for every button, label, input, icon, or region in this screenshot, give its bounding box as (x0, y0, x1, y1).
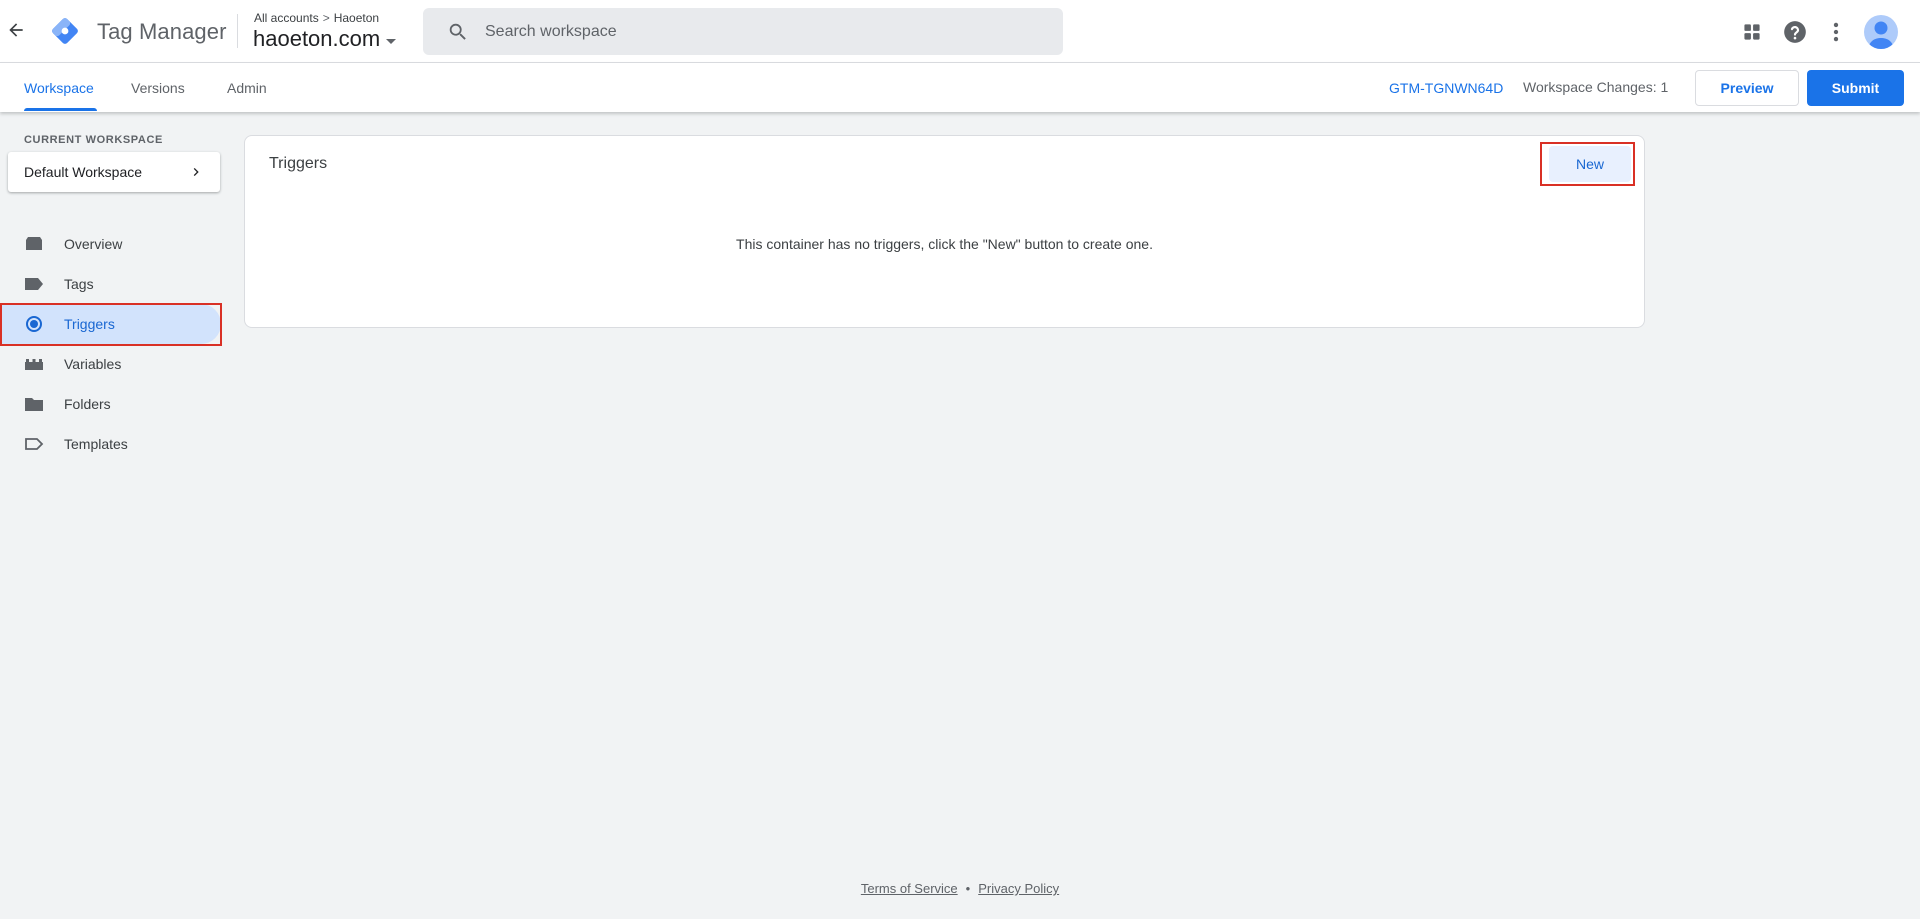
breadcrumb: All accounts > Haoeton (254, 11, 379, 25)
terms-of-service-link[interactable]: Terms of Service (861, 881, 958, 896)
sidebar-item-overview[interactable]: Overview (0, 224, 221, 264)
breadcrumb-separator: > (322, 11, 330, 25)
apps-grid-icon[interactable] (1739, 19, 1765, 45)
container-name: haoeton.com (253, 26, 381, 51)
search-input[interactable] (485, 22, 1045, 41)
card-title: Triggers (269, 155, 328, 172)
template-icon (25, 438, 44, 450)
overview-icon (26, 237, 42, 250)
workspace-changes-count: Workspace Changes: 1 (1523, 79, 1669, 95)
top-app-bar: Tag Manager All accounts > Haoeton haoet… (0, 0, 1920, 63)
tab-admin[interactable]: Admin (227, 80, 267, 96)
new-trigger-button[interactable]: New (1549, 146, 1631, 182)
sidebar-item-folders[interactable]: Folders (0, 384, 221, 424)
back-arrow-icon[interactable] (6, 20, 26, 40)
folder-icon (25, 398, 43, 411)
workspace-name: Default Workspace (24, 164, 143, 180)
privacy-policy-link[interactable]: Privacy Policy (978, 881, 1059, 896)
variables-icon (25, 359, 43, 370)
empty-state-message: This container has no triggers, click th… (736, 236, 1153, 252)
workspace-selector[interactable]: Default Workspace (8, 152, 220, 192)
sidebar-item-templates[interactable]: Templates (0, 424, 221, 464)
preview-button[interactable]: Preview (1695, 70, 1799, 106)
header-divider (237, 14, 238, 48)
container-id-link[interactable]: GTM-TGNWN64D (1389, 80, 1503, 96)
search-icon (449, 23, 466, 40)
chevron-right-icon (193, 168, 199, 176)
sidebar-item-label: Tags (64, 276, 94, 292)
container-selector[interactable]: haoeton.com (253, 26, 397, 52)
breadcrumb-all-accounts[interactable]: All accounts (254, 11, 319, 25)
trigger-icon (26, 316, 42, 332)
more-vert-icon[interactable] (1823, 19, 1849, 45)
sidebar-item-tags[interactable]: Tags (0, 264, 221, 304)
submit-button[interactable]: Submit (1807, 70, 1904, 106)
app-title: Tag Manager (97, 19, 227, 44)
tag-icon (25, 278, 43, 290)
sidebar-item-triggers[interactable]: Triggers (0, 304, 221, 344)
search-bar[interactable] (423, 8, 1063, 55)
tab-workspace[interactable]: Workspace (24, 80, 94, 96)
sidebar-item-label: Variables (64, 356, 122, 372)
sidebar-item-label: Triggers (64, 316, 115, 332)
footer: Terms of Service • Privacy Policy (0, 881, 1920, 896)
help-icon[interactable] (1782, 19, 1808, 45)
sidebar-item-label: Templates (64, 436, 128, 452)
active-tab-indicator (24, 108, 97, 111)
sidebar-item-variables[interactable]: Variables (0, 344, 221, 384)
current-workspace-label: CURRENT WORKSPACE (24, 134, 163, 146)
workspace-nav-bar: Workspace Versions Admin GTM-TGNWN64D Wo… (0, 63, 1920, 112)
person-icon (1868, 21, 1894, 49)
sidebar-item-label: Overview (64, 236, 123, 252)
tag-manager-logo-icon (52, 18, 78, 44)
footer-separator: • (965, 881, 971, 896)
dropdown-caret-icon (386, 38, 397, 44)
breadcrumb-account[interactable]: Haoeton (334, 11, 379, 25)
account-avatar[interactable] (1864, 15, 1898, 49)
tab-versions[interactable]: Versions (131, 80, 185, 96)
triggers-card: Triggers New This container has no trigg… (244, 135, 1645, 328)
sidebar-item-label: Folders (64, 396, 111, 412)
